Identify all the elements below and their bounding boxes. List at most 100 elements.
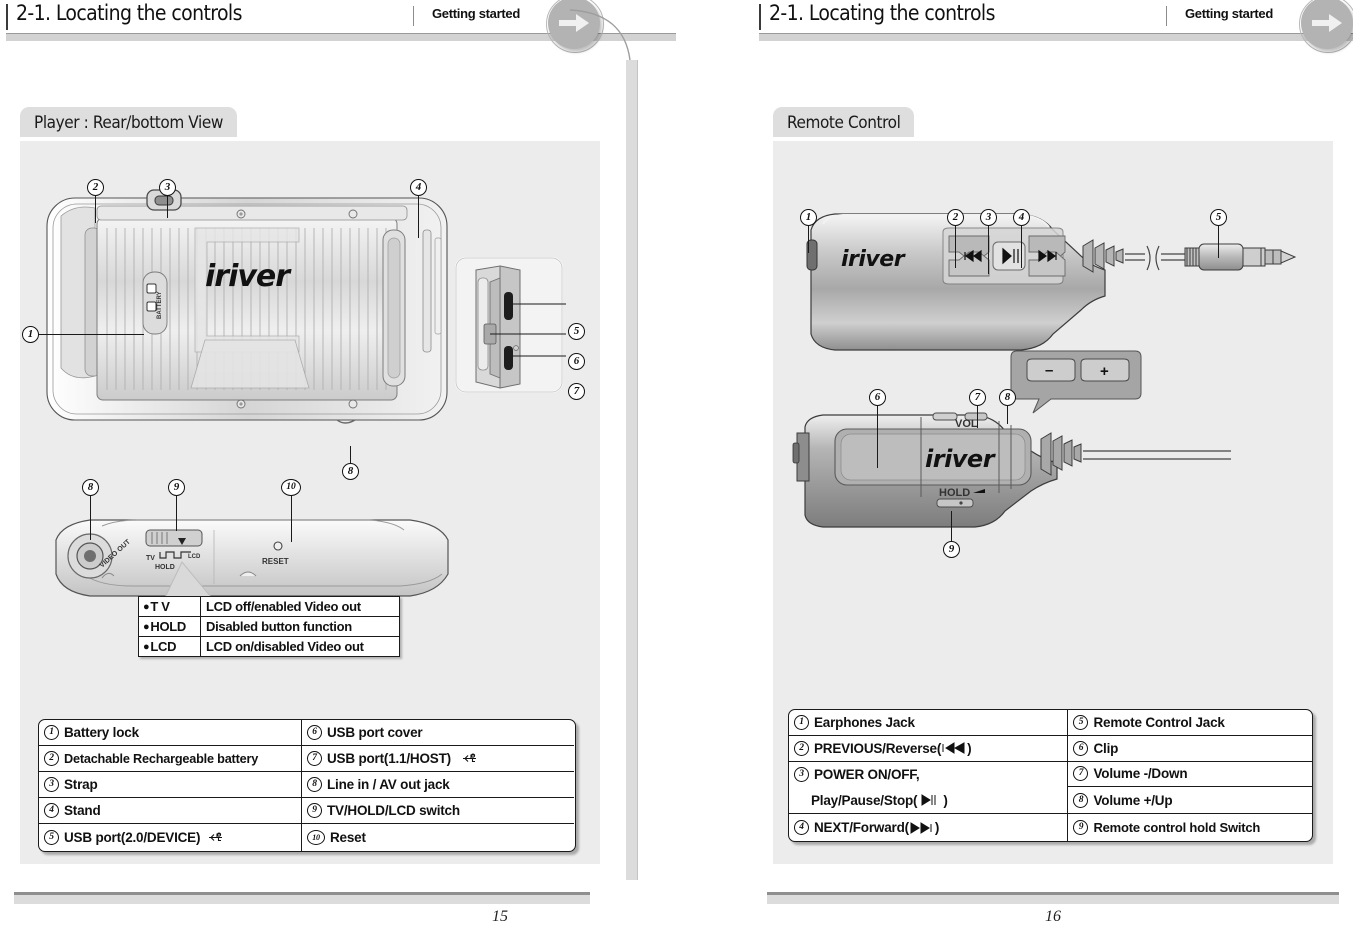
leader-8-bottom	[90, 496, 92, 540]
leader-2	[95, 196, 97, 223]
legend-num-5: 5	[44, 830, 59, 845]
legend-item-r3b: Play/Pause/Stop( )	[789, 787, 1068, 815]
leader-r7	[977, 406, 979, 428]
legend-item-10: 10 Reset	[302, 824, 574, 851]
callout-r4: 4	[1013, 209, 1030, 226]
page-number-right: 16	[1045, 908, 1061, 925]
callout-r9: 9	[943, 541, 960, 558]
legend-label-r8: Volume +/Up	[1093, 792, 1173, 808]
callout-9: 9	[168, 479, 185, 496]
svg-text:VOL: VOL	[955, 418, 978, 430]
legend-column-left: 1 Earphones Jack 2 PREVIOUS/Reverse( ) 3…	[789, 710, 1069, 841]
legend-item-r8: 8 Volume +/Up	[1068, 787, 1312, 815]
legend-table-player: 1 Battery lock 2 Detachable Rechargeable…	[38, 719, 576, 852]
volume-buttons-callout-bubble: – +	[1010, 350, 1142, 414]
legend-label-3: Strap	[64, 777, 98, 792]
leader-r9	[951, 511, 953, 541]
leader-4	[418, 196, 420, 238]
legend-num-1: 1	[44, 725, 59, 740]
leader-r6	[877, 406, 879, 468]
content-panel-right: iriver iriver VOL HOLD – + 1 2 3 4 5 6 7…	[773, 141, 1333, 864]
player-side-detail-illustration	[455, 257, 566, 393]
callout-r2: 2	[947, 209, 964, 226]
legend-label-9: TV/HOLD/LCD switch	[327, 803, 460, 818]
section-tab-player-view: Player : Rear/bottom View	[20, 107, 237, 137]
header-divider	[413, 6, 414, 26]
leader-9	[176, 496, 178, 531]
legend-item-r9: 9 Remote control hold Switch	[1068, 814, 1312, 841]
leader-r4	[1021, 226, 1023, 268]
player-rear-view-illustration: iriver BATTERY	[46, 189, 483, 424]
usb-icon	[462, 753, 476, 763]
legend-label-4: Stand	[64, 803, 101, 818]
footer-band-left	[14, 895, 590, 904]
callout-r7: 7	[969, 389, 986, 406]
page-header-right: 2-1. Locating the controls Getting start…	[753, 0, 1353, 41]
legend-label-8: Line in / AV out jack	[327, 777, 450, 792]
leader-r8	[1007, 406, 1009, 424]
callout-2: 2	[87, 179, 104, 196]
legend-label-6: USB port cover	[327, 725, 423, 740]
switch-row-lcd: ●LCD LCD on/disabled Video out	[139, 637, 399, 657]
legend-item-r4: 4 NEXT/Forward( )	[789, 814, 1067, 841]
legend-label-r3b: Play/Pause/Stop(	[811, 792, 918, 808]
leader-r2	[955, 226, 957, 268]
legend-num-4: 4	[44, 803, 59, 818]
callout-r6: 6	[869, 389, 886, 406]
switch-row-tv: ●T V LCD off/enabled Video out	[139, 597, 399, 617]
header-subtitle: Getting started	[1185, 6, 1273, 21]
callout-r1: 1	[800, 209, 817, 226]
header-divider	[1166, 6, 1167, 26]
legend-item-r5: 5 Remote Control Jack	[1068, 710, 1312, 736]
spine-bar	[626, 60, 637, 880]
legend-item-9: 9 TV/HOLD/LCD switch	[302, 798, 574, 824]
header-rule	[759, 33, 1353, 41]
switch-row-hold: ●HOLD Disabled button function	[139, 617, 399, 637]
legend-label-r1: Earphones Jack	[814, 714, 915, 730]
play-pause-icon	[921, 794, 936, 807]
callout-10: 10	[281, 479, 301, 496]
switch-key-tv: ●T V	[139, 597, 201, 616]
switch-value-tv: LCD off/enabled Video out	[206, 599, 361, 614]
legend-table-remote: 1 Earphones Jack 2 PREVIOUS/Reverse( ) 3…	[788, 709, 1313, 842]
callout-5: 5	[568, 323, 585, 340]
callout-8-bottom: 8	[82, 479, 99, 496]
usb-icon	[209, 832, 223, 842]
legend-label-7: USB port(1.1/HOST)	[327, 751, 451, 766]
switch-value-hold: Disabled button function	[206, 619, 352, 634]
svg-text:iriver: iriver	[205, 259, 292, 294]
legend-label-r2: PREVIOUS/Reverse(	[814, 740, 942, 756]
leader-1	[39, 334, 144, 336]
prev-icon	[942, 742, 965, 755]
next-icon	[910, 821, 932, 834]
header-subtitle: Getting started	[432, 6, 520, 21]
section-tab-remote-control: Remote Control	[773, 107, 915, 137]
svg-text:HOLD: HOLD	[939, 487, 970, 499]
legend-item-8: 8 Line in / AV out jack	[302, 772, 574, 798]
legend-label-2: Detachable Rechargeable battery	[64, 751, 259, 766]
callout-7: 7	[568, 383, 585, 400]
leader-r3	[988, 226, 990, 274]
svg-text:iriver: iriver	[925, 445, 997, 473]
legend-label-r5: Remote Control Jack	[1093, 714, 1225, 730]
page-title: 2-1. Locating the controls	[769, 1, 995, 25]
legend-item-5: 5 USB port(2.0/DEVICE)	[39, 824, 301, 851]
page-right: 2-1. Locating the controls Getting start…	[753, 0, 1353, 932]
legend-num-8: 8	[307, 777, 322, 792]
legend-num-6: 6	[307, 725, 322, 740]
switch-value-lcd: LCD on/disabled Video out	[206, 639, 364, 654]
legend-num-3: 3	[44, 777, 59, 792]
legend-num-r5: 5	[1073, 714, 1089, 730]
legend-num-2: 2	[44, 751, 59, 766]
legend-item-r2: 2 PREVIOUS/Reverse( )	[789, 736, 1068, 762]
switch-function-table: ●T V LCD off/enabled Video out ●HOLD Dis…	[138, 596, 400, 657]
legend-num-r7: 7	[1073, 766, 1089, 782]
content-panel-left: iriver BATTERY VIDEO OUT TV LCD HOLD RES…	[20, 141, 600, 864]
legend-label-r4: NEXT/Forward(	[814, 820, 909, 836]
legend-item-7: 7 USB port(1.1/HOST)	[302, 746, 574, 772]
callout-r3: 3	[980, 209, 997, 226]
switch-key-lcd: ●LCD	[139, 637, 201, 657]
footer-band-right	[767, 895, 1339, 904]
legend-label-5: USB port(2.0/DEVICE)	[64, 830, 201, 845]
legend-item-r6: 6 Clip	[1068, 736, 1312, 762]
